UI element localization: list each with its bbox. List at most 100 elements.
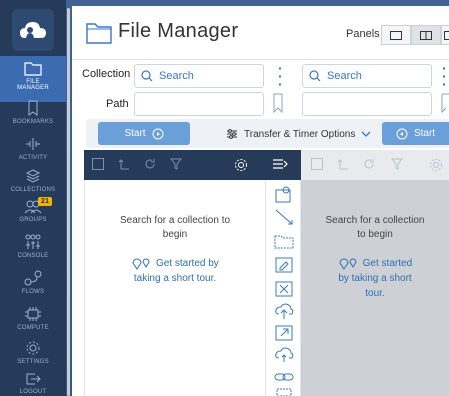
bookmark-left-icon[interactable] (272, 92, 284, 114)
sidebar-item-label: COLLECTIONS (10, 187, 56, 193)
transfer-options-toggle[interactable]: Transfer & Timer Options (226, 128, 371, 140)
sync-cloud-icon[interactable] (274, 346, 294, 364)
search-placeholder: Search (159, 70, 194, 82)
sidebar-item-label: SETTINGS (17, 359, 49, 365)
compute-icon (25, 307, 41, 321)
console-icon (25, 234, 41, 249)
app-root: FILE MANAGER BOOKMARKS ACTIVITY COLLECTI… (0, 0, 449, 396)
gear-icon (26, 341, 40, 355)
left-pane: Search for a collection to begin Get sta… (84, 180, 265, 396)
tour-line: taking a short tour. (133, 273, 217, 284)
sidebar-item-label: ACTIVITY (18, 155, 48, 161)
groups-count-badge: 21 (38, 197, 53, 206)
header: File Manager Panels (72, 6, 449, 60)
start-left-button[interactable]: Start (98, 122, 190, 145)
sliders-icon (227, 129, 237, 139)
empty-line: begin (162, 229, 188, 240)
edit-icon[interactable] (274, 256, 294, 274)
sidebar-item-label: CONSOLE (17, 253, 49, 259)
collection-search-input-left[interactable]: Search (134, 64, 264, 88)
delete-icon[interactable] (274, 280, 294, 298)
logo[interactable] (12, 9, 54, 51)
refresh-icon[interactable] (144, 158, 156, 170)
folder-icon (24, 62, 42, 76)
right-empty-message: Search for a collection to begin (309, 214, 441, 242)
filter-icon[interactable] (170, 158, 182, 170)
bookmark-right-icon[interactable] (440, 92, 449, 114)
tour-line: Get started (362, 258, 413, 269)
flows-icon (24, 270, 42, 286)
panels-label: Panels (346, 28, 380, 40)
select-all-checkbox-icon[interactable] (92, 158, 104, 170)
right-tour-link[interactable]: Get started by taking a short tour. (309, 256, 441, 301)
chevron-down-icon (361, 131, 371, 137)
empty-line: Search for a collection to (119, 215, 231, 226)
single-panel-button[interactable] (381, 25, 411, 45)
play-circle-icon (152, 128, 164, 139)
start-right-button[interactable]: Start (382, 122, 449, 145)
filter-icon[interactable] (391, 158, 403, 170)
search-icon (141, 70, 153, 82)
kebab-menu-left-icon[interactable]: · · · (278, 61, 283, 91)
sidebar-item-label: COMPUTE (17, 325, 49, 331)
page-title: File Manager (118, 20, 239, 42)
upload-cloud-icon[interactable] (274, 302, 294, 320)
empty-line: to begin (357, 229, 393, 240)
start-right-label: Start (413, 128, 436, 139)
left-pane-toolbar (84, 150, 301, 180)
single-panel-icon (390, 30, 402, 40)
search-icon (309, 70, 321, 82)
new-folder-icon[interactable] (274, 232, 294, 250)
path-input-left[interactable] (134, 92, 264, 116)
dual-panel-button[interactable] (411, 25, 441, 45)
bookmark-icon (28, 100, 38, 116)
up-folder-icon[interactable] (337, 158, 349, 170)
layers-icon (25, 169, 41, 183)
tour-line: tour. (365, 288, 385, 299)
share-icon[interactable] (274, 186, 294, 204)
link-icon[interactable] (274, 368, 294, 386)
folder-icon (86, 23, 112, 44)
play-back-circle-icon (396, 128, 408, 139)
sidebar: FILE MANAGER BOOKMARKS ACTIVITY COLLECTI… (0, 0, 66, 396)
panels-toggle (381, 25, 449, 45)
location-pins-icon (132, 258, 150, 271)
up-folder-icon[interactable] (118, 158, 130, 170)
left-tour-link[interactable]: Get started by taking a short tour. (95, 256, 255, 286)
kebab-menu-right-icon[interactable]: · · · (442, 61, 447, 91)
select-all-checkbox-icon[interactable] (311, 158, 323, 170)
search-placeholder: Search (327, 70, 362, 82)
right-pane: Search for a collection to begin Get sta… (301, 180, 449, 396)
empty-line: Search for a collection (325, 215, 425, 226)
sidebar-item-label: BOOKMARKS (12, 119, 54, 125)
logout-icon (26, 373, 41, 385)
more-actions-icon[interactable] (274, 388, 294, 396)
gear-icon[interactable] (429, 158, 443, 172)
tour-line: by taking a short (338, 273, 412, 284)
transfer-toolbar: Start Transfer & Timer Options Start (86, 119, 449, 148)
start-left-label: Start (124, 128, 146, 139)
sidebar-item-label: FLOWS (21, 289, 45, 295)
cloud-logo-icon (20, 22, 46, 38)
triple-panel-icon (443, 30, 449, 40)
sidebar-item-logout[interactable]: LOGOUT (0, 368, 66, 396)
path-input-right[interactable] (302, 92, 432, 116)
sidebar-item-label: MANAGER (17, 85, 49, 91)
collection-search-input-right[interactable]: Search (302, 64, 432, 88)
tour-line: Get started by (155, 258, 219, 269)
refresh-icon[interactable] (363, 158, 375, 170)
left-empty-message: Search for a collection to begin (95, 214, 255, 242)
rename-icon[interactable] (274, 208, 294, 226)
open-external-icon[interactable] (274, 324, 294, 342)
collection-label: Collection (82, 68, 131, 80)
sidebar-scrollbar[interactable] (67, 8, 70, 396)
activity-icon (26, 138, 40, 150)
transfer-options-label: Transfer & Timer Options (244, 128, 356, 140)
gear-icon[interactable] (234, 158, 248, 172)
dual-panel-icon (420, 30, 432, 40)
transfer-list-icon[interactable] (272, 158, 288, 170)
main-panel: File Manager Panels Collection Search · ·… (72, 6, 449, 396)
triple-panel-button[interactable] (441, 25, 449, 45)
sidebar-item-label: GROUPS (19, 217, 47, 223)
location-pins-icon (339, 258, 357, 271)
